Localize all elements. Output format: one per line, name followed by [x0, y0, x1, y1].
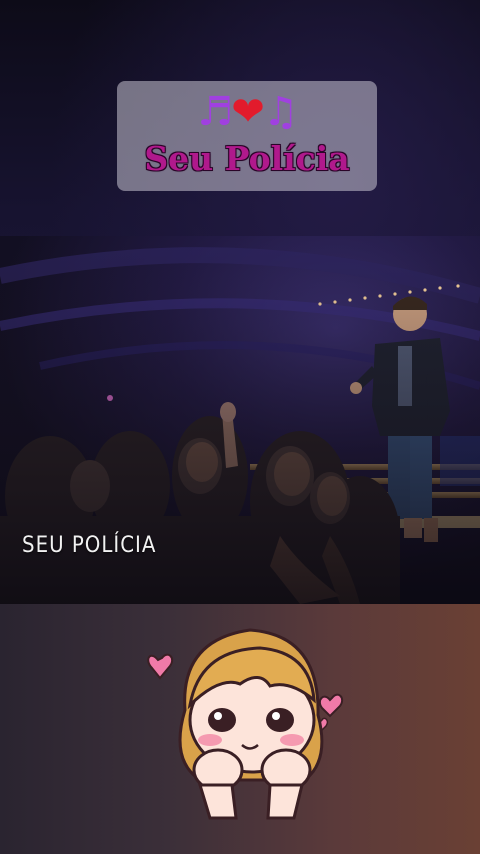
- music-notes-icon: ♫: [262, 89, 299, 135]
- song-sticker[interactable]: ♬❤♫ Seu Polícia: [117, 81, 377, 191]
- sticker-title: Seu Polícia: [144, 139, 350, 178]
- music-heart-icons: ♬❤♫: [117, 87, 377, 137]
- pink-heart-icon: [147, 653, 174, 680]
- story-viewer[interactable]: ♬❤♫ Seu Polícia SEU POLÍCIA: [0, 0, 480, 854]
- heart-icon: ❤: [231, 89, 264, 135]
- cartoon-girl-sticker: [147, 628, 344, 820]
- video-caption: SEU POLÍCIA: [22, 533, 157, 558]
- music-note-icon: ♬: [197, 89, 233, 135]
